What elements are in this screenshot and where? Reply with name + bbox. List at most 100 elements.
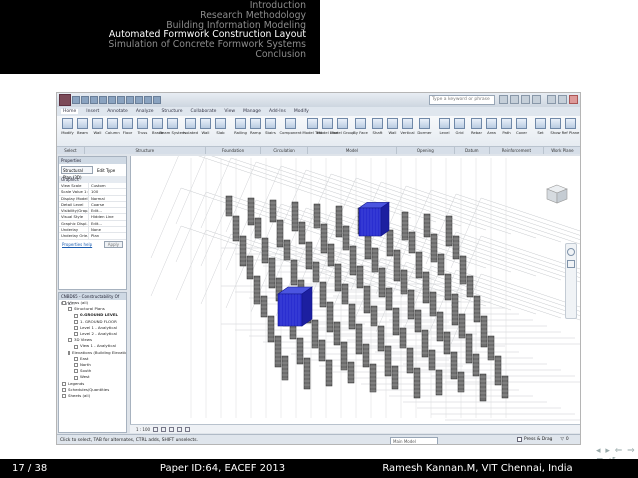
ribbon-panel-label[interactable]: Structure: [85, 147, 206, 154]
open-icon[interactable]: [72, 96, 80, 104]
viewcube-icon[interactable]: [545, 183, 569, 205]
tree-toggle-icon[interactable]: [74, 356, 78, 361]
ribbon-panel-label[interactable]: Model: [308, 147, 398, 154]
thin-lines-icon[interactable]: [144, 96, 152, 104]
press-drag-toggle[interactable]: Press & Drag ▽ 0: [517, 437, 569, 442]
ribbon-button[interactable]: Floor: [120, 118, 135, 135]
browser-item[interactable]: Sheets (all): [59, 393, 126, 399]
nav-item-conclusion[interactable]: Conclusion: [255, 50, 306, 60]
sun-path-icon[interactable]: [169, 426, 175, 432]
close-icon[interactable]: [569, 95, 578, 104]
ribbon-button[interactable]: Slab: [213, 118, 228, 135]
ribbon-panel-label[interactable]: Circulation: [261, 147, 308, 154]
ribbon-button[interactable]: Rebar: [469, 118, 484, 135]
property-value[interactable]: Normal: [89, 196, 126, 201]
visual-style-icon[interactable]: [161, 426, 167, 432]
ribbon-button[interactable]: Isolated: [183, 118, 198, 135]
detail-level-icon[interactable]: [153, 426, 159, 432]
3d-view-icon[interactable]: [126, 96, 134, 104]
zoom-icon[interactable]: [567, 260, 575, 268]
ribbon-button[interactable]: Level: [437, 118, 452, 135]
tree-toggle-icon[interactable]: [74, 375, 78, 380]
ribbon-button[interactable]: By Face: [353, 118, 368, 135]
tree-toggle-icon[interactable]: [74, 325, 78, 330]
tab-add-ins[interactable]: Add-Ins: [269, 109, 286, 114]
ribbon-button[interactable]: Wall: [198, 118, 213, 135]
ribbon-button[interactable]: Grid: [452, 118, 467, 135]
ribbon-button[interactable]: Vertical: [400, 118, 415, 135]
tree-toggle-icon[interactable]: [62, 394, 66, 399]
tag-icon[interactable]: [117, 96, 125, 104]
tree-toggle-icon[interactable]: [74, 344, 78, 349]
property-value[interactable]: Plan: [89, 233, 126, 238]
view-scale[interactable]: 1 : 100: [136, 427, 150, 432]
press-drag-checkbox[interactable]: [517, 437, 522, 442]
tree-toggle-icon[interactable]: [74, 313, 78, 318]
ribbon-panel-label[interactable]: Work Plane: [544, 147, 580, 154]
property-value[interactable]: Edit...: [89, 221, 126, 226]
edit-type-button[interactable]: Edit Type: [97, 168, 115, 173]
type-selector[interactable]: Structural Plan (3D): [61, 166, 93, 180]
ribbon-button[interactable]: Stairs: [263, 118, 278, 135]
ribbon-panel-label[interactable]: Opening: [397, 147, 455, 154]
ribbon-panel-label[interactable]: Foundation: [206, 147, 262, 154]
exchange-icon[interactable]: [521, 95, 530, 104]
ribbon-button[interactable]: Railing: [233, 118, 248, 135]
search-input[interactable]: Type a keyword or phrase: [429, 95, 495, 105]
binoculars-icon[interactable]: [499, 95, 508, 104]
tab-modify[interactable]: Modify: [294, 109, 309, 114]
tree-toggle-icon[interactable]: [74, 369, 78, 374]
redo-icon[interactable]: [99, 96, 107, 104]
steering-wheel-icon[interactable]: [567, 248, 575, 256]
tree-toggle-icon[interactable]: [74, 332, 78, 337]
undo-icon[interactable]: [90, 96, 98, 104]
ribbon-button[interactable]: Ramp: [248, 118, 263, 135]
ribbon-button[interactable]: Modify: [60, 118, 75, 135]
shadows-icon[interactable]: [177, 426, 183, 432]
property-value[interactable]: None: [89, 227, 126, 232]
ribbon-button[interactable]: Set: [533, 118, 548, 135]
subscription-icon[interactable]: [510, 95, 519, 104]
tree-toggle-icon[interactable]: [74, 363, 78, 368]
tree-toggle-icon[interactable]: [62, 301, 66, 306]
ribbon-button[interactable]: Component: [279, 118, 302, 135]
ribbon-button[interactable]: Wall: [385, 118, 400, 135]
structural-model-view[interactable]: [131, 149, 581, 424]
tab-annotate[interactable]: Annotate: [107, 109, 128, 114]
measure-icon[interactable]: [108, 96, 116, 104]
ribbon-button[interactable]: Area: [484, 118, 499, 135]
ribbon-button[interactable]: Ref Plane: [562, 118, 579, 135]
ribbon-button[interactable]: Beam: [75, 118, 90, 135]
tab-insert[interactable]: Insert: [86, 109, 99, 114]
ribbon-panel-label[interactable]: Datum: [455, 147, 490, 154]
tab-home[interactable]: Home: [61, 109, 79, 114]
properties-help-link[interactable]: Properties help: [62, 242, 92, 247]
tree-toggle-icon[interactable]: [62, 387, 66, 392]
property-value[interactable]: Edit...: [89, 208, 126, 213]
tab-view[interactable]: View: [224, 109, 235, 114]
ribbon-button[interactable]: Shaft: [370, 118, 385, 135]
tree-toggle-icon[interactable]: [62, 381, 66, 386]
ribbon-button[interactable]: Column: [105, 118, 120, 135]
help-icon[interactable]: [532, 95, 541, 104]
maximize-icon[interactable]: [558, 95, 567, 104]
app-logo-icon[interactable]: [59, 94, 71, 106]
tree-toggle-icon[interactable]: [74, 319, 78, 324]
close-hidden-icon[interactable]: [153, 96, 161, 104]
ribbon-button[interactable]: Dormer: [417, 118, 432, 135]
ribbon-button[interactable]: Cover: [514, 118, 529, 135]
save-icon[interactable]: [81, 96, 89, 104]
property-value[interactable]: 100: [89, 189, 126, 194]
ribbon-panel-label[interactable]: Reinforcement: [490, 147, 544, 154]
filter-icon[interactable]: ▽: [560, 437, 563, 442]
crop-icon[interactable]: [185, 426, 191, 432]
property-value[interactable]: Hidden Line: [89, 214, 126, 219]
tree-toggle-icon[interactable]: [68, 338, 72, 343]
apply-button[interactable]: Apply: [103, 240, 123, 248]
graphics-group[interactable]: Graphics: [59, 176, 126, 183]
section-icon[interactable]: [135, 96, 143, 104]
tree-toggle-icon[interactable]: [68, 307, 72, 312]
tab-analyze[interactable]: Analyze: [136, 109, 154, 114]
ribbon-button[interactable]: Path: [499, 118, 514, 135]
tab-manage[interactable]: Manage: [243, 109, 261, 114]
